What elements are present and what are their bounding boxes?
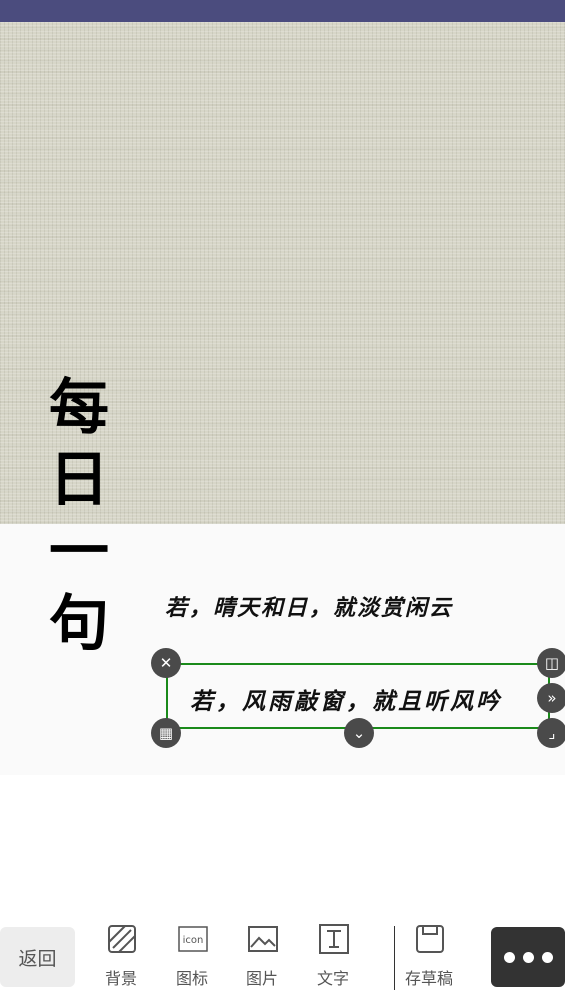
opacity-icon[interactable]: ▦ [151, 718, 181, 748]
text-button[interactable]: 文字 [303, 920, 363, 1004]
resize-icon[interactable]: ⌟ [537, 718, 565, 748]
status-bar [0, 0, 565, 22]
save-draft-label: 存草稿 [404, 969, 453, 988]
icon-library-icon: icon [178, 926, 208, 952]
save-draft-icon [416, 925, 444, 953]
text-icon [319, 924, 349, 954]
toolbar-divider [394, 926, 395, 990]
more-icon-dot [522, 951, 534, 963]
image-button[interactable]: 图片 [232, 920, 292, 1004]
poem-line-1[interactable]: 若，晴天和日，就淡赏闲云 [165, 590, 453, 622]
flip-icon[interactable]: ◫ [537, 648, 565, 678]
save-draft-button[interactable]: 存草稿 [399, 920, 459, 1004]
poem-line-2[interactable]: 若，风雨敲窗，就且听风吟 [190, 682, 502, 716]
icon-label: 图标 [175, 969, 208, 988]
background-button[interactable]: 背景 [91, 920, 151, 1004]
background-icon [108, 925, 136, 953]
image-icon [248, 926, 278, 952]
svg-text:icon: icon [183, 935, 204, 946]
background-label: 背景 [104, 969, 137, 988]
image-label: 图片 [245, 969, 278, 988]
vertical-title-text[interactable]: 每日一句 [48, 372, 110, 660]
more-icon-dot [503, 951, 515, 963]
forward-icon[interactable]: » [537, 683, 565, 713]
delete-icon[interactable]: ✕ [151, 648, 181, 678]
bottom-toolbar: 返回 背景 icon 图标 图片 文字 存草稿 [0, 920, 565, 1004]
icon-button[interactable]: icon 图标 [162, 920, 222, 1004]
more-button[interactable] [491, 927, 565, 987]
chevron-down-icon[interactable]: ⌄ [344, 718, 374, 748]
more-icon-dot [541, 951, 553, 963]
back-button[interactable]: 返回 [0, 927, 75, 987]
text-label: 文字 [316, 969, 349, 988]
